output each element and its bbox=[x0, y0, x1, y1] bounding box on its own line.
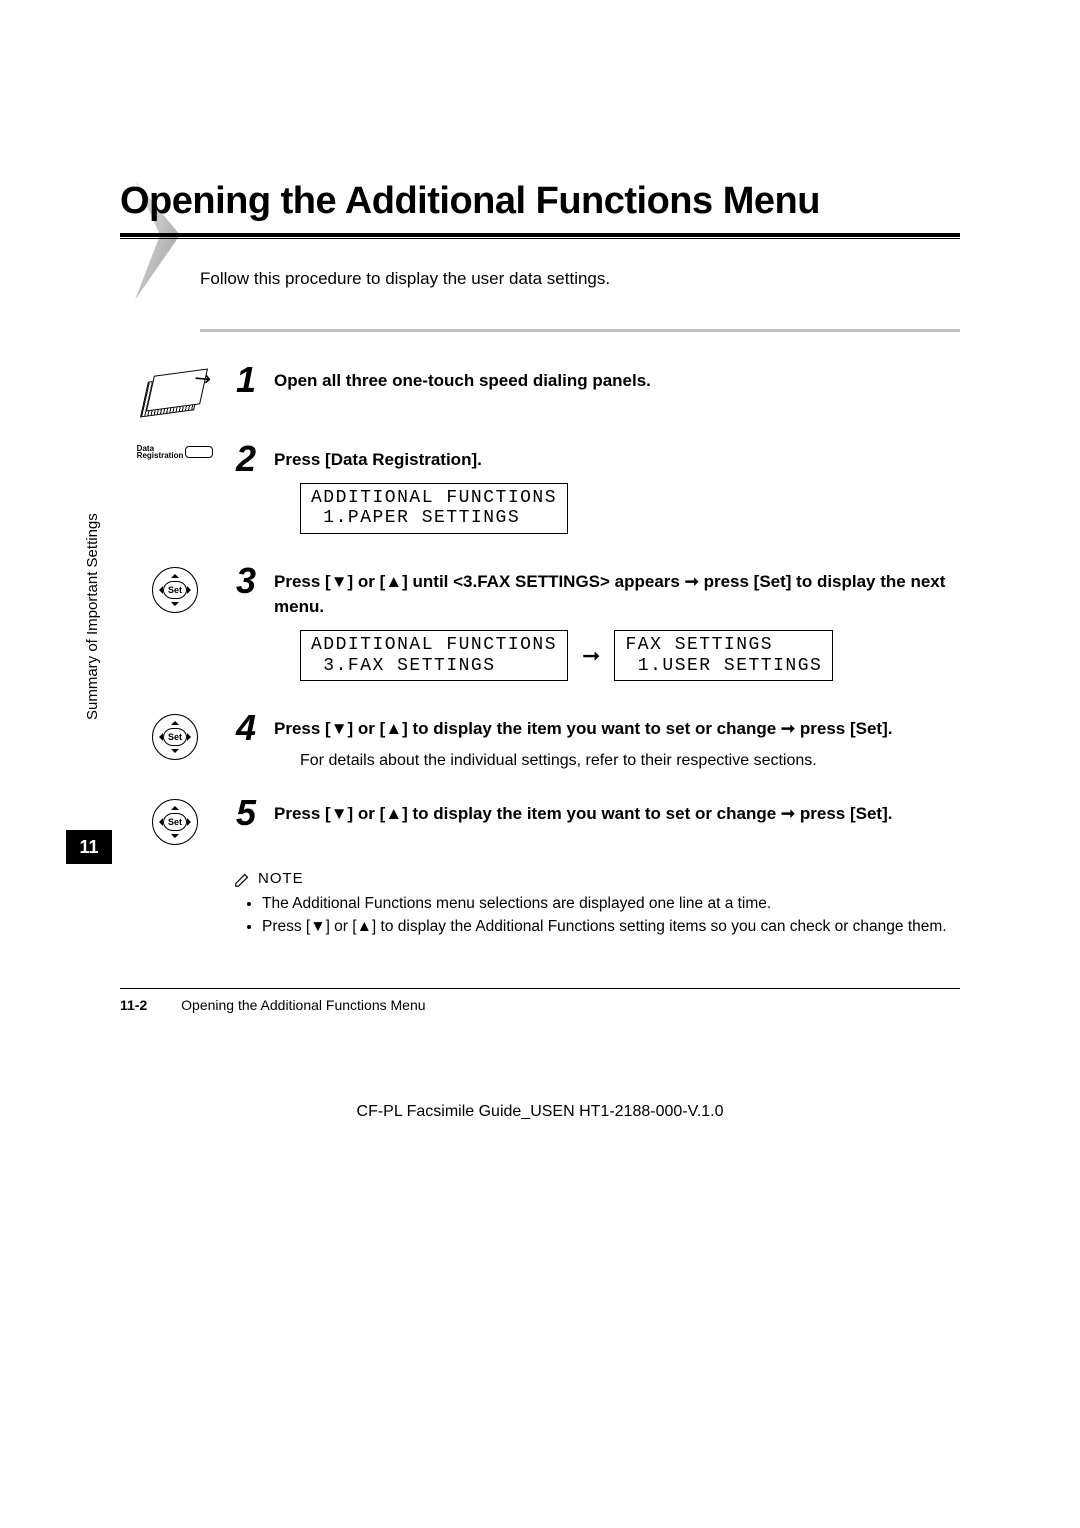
step-1: ↘ 1 Open all three one-touch speed diali… bbox=[140, 362, 960, 416]
step-number: 1 bbox=[228, 362, 256, 398]
footer-divider bbox=[120, 988, 960, 989]
page-title: Opening the Additional Functions Menu bbox=[120, 180, 960, 229]
lcd-display: ADDITIONAL FUNCTIONS 1.PAPER SETTINGS bbox=[300, 483, 568, 534]
sidebar-chapter-badge: 11 bbox=[66, 830, 112, 864]
step-number: 4 bbox=[228, 710, 256, 746]
step-5: Set 5 Press [▼] or [▲] to display the it… bbox=[140, 795, 960, 845]
step-3-text: Press [▼] or [▲] until <3.FAX SETTINGS> … bbox=[274, 569, 960, 620]
step-4-text: Press [▼] or [▲] to display the item you… bbox=[274, 716, 960, 742]
arrow-icon: ➞ bbox=[582, 643, 600, 669]
step-5-text: Press [▼] or [▲] to display the item you… bbox=[274, 801, 960, 827]
step-2: DataRegistration 2 Press [Data Registrat… bbox=[140, 441, 960, 538]
footer-caption: 11-2 Opening the Additional Functions Me… bbox=[120, 997, 960, 1013]
step-3: Set 3 Press [▼] or [▲] until <3.FAX SETT… bbox=[140, 563, 960, 685]
note-label: NOTE bbox=[258, 870, 304, 887]
note-item: The Additional Functions menu selections… bbox=[262, 892, 960, 915]
page-number: 11-2 bbox=[120, 997, 147, 1013]
note-item: Press [▼] or [▲] to display the Addition… bbox=[262, 915, 960, 938]
pencil-icon bbox=[234, 870, 252, 888]
set-dpad-icon: Set bbox=[152, 567, 198, 613]
sidebar-section-label: Summary of Important Settings bbox=[84, 513, 101, 720]
document-id: CF-PL Facsimile Guide_USEN HT1-2188-000-… bbox=[120, 1103, 960, 1121]
step-2-text: Press [Data Registration]. bbox=[274, 447, 960, 473]
step-4: Set 4 Press [▼] or [▲] to display the it… bbox=[140, 710, 960, 770]
data-registration-key-icon: DataRegistration bbox=[137, 445, 214, 459]
step-1-text: Open all three one-touch speed dialing p… bbox=[274, 368, 960, 394]
step-number: 5 bbox=[228, 795, 256, 831]
one-touch-panels-icon: ↘ bbox=[145, 366, 205, 416]
intro-separator bbox=[200, 329, 960, 332]
note-block: NOTE The Additional Functions menu selec… bbox=[234, 870, 960, 939]
step-number: 3 bbox=[228, 563, 256, 599]
intro-text: Follow this procedure to display the use… bbox=[200, 269, 960, 289]
set-dpad-icon: Set bbox=[152, 714, 198, 760]
title-divider-thick bbox=[120, 233, 960, 237]
set-dpad-icon: Set bbox=[152, 799, 198, 845]
step-4-subtext: For details about the individual setting… bbox=[300, 752, 960, 770]
lcd-display: FAX SETTINGS 1.USER SETTINGS bbox=[614, 630, 833, 681]
step-number: 2 bbox=[228, 441, 256, 477]
title-divider-thin bbox=[120, 238, 960, 239]
lcd-display: ADDITIONAL FUNCTIONS 3.FAX SETTINGS bbox=[300, 630, 568, 681]
